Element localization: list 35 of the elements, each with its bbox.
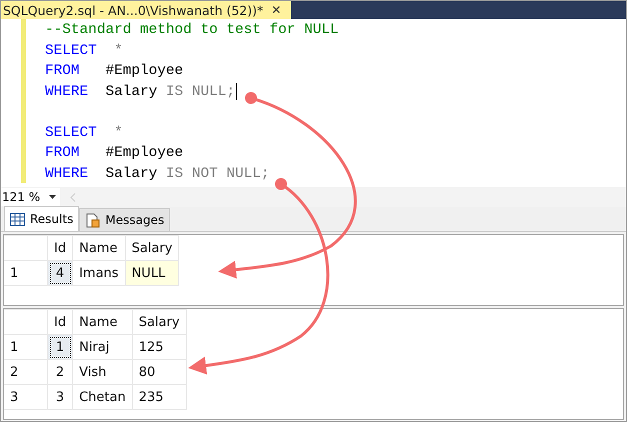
table-cell: Chetan — [72, 384, 132, 410]
table-cell: 235 — [132, 384, 186, 410]
code-line: --Standard method to test for NULL — [45, 21, 339, 40]
document-tab[interactable]: SQLQuery2.sql - AN...0\Vishwanath (52))* ✕ — [1, 1, 292, 19]
results-tab[interactable]: Results — [4, 206, 80, 231]
table-cell: 1 — [48, 334, 73, 360]
column-header[interactable]: Salary — [132, 310, 186, 334]
table-cell: 4 — [48, 260, 73, 286]
row-number[interactable]: 2 — [4, 360, 48, 384]
table-cell: Imans — [72, 260, 126, 286]
text-caret — [236, 83, 238, 100]
code-line: FROM #Employee — [45, 144, 184, 163]
code-line: SELECT * — [45, 42, 123, 60]
code-line: WHERE Salary IS NULL; — [45, 82, 236, 102]
table-cell: 3 — [48, 384, 73, 410]
zoom-dropdown[interactable]: 121 % — [1, 188, 60, 206]
table-cell: Vish — [72, 360, 132, 384]
caret-icon — [49, 195, 56, 199]
code-line: WHERE Salary IS NOT NULL; — [45, 164, 270, 184]
document-title: SQLQuery2.sql - AN...0\Vishwanath (52))* — [3, 2, 264, 18]
code-line: FROM #Employee — [45, 62, 184, 81]
column-header[interactable]: Name — [72, 310, 132, 334]
column-header[interactable]: Name — [72, 236, 126, 260]
close-icon[interactable]: ✕ — [271, 3, 282, 17]
table-cell: 2 — [48, 360, 73, 384]
table-cell: Niraj — [72, 334, 132, 360]
code-line: SELECT * — [45, 124, 123, 142]
scroll-left-icon[interactable] — [70, 192, 76, 202]
document-icon — [85, 212, 100, 228]
grid-icon — [10, 212, 25, 226]
row-number[interactable]: 3 — [4, 384, 48, 410]
table-cell: NULL — [125, 260, 179, 286]
table-cell: 80 — [132, 360, 186, 384]
table-cell: 125 — [132, 334, 186, 360]
results-tab[interactable]: Messages — [79, 208, 170, 231]
